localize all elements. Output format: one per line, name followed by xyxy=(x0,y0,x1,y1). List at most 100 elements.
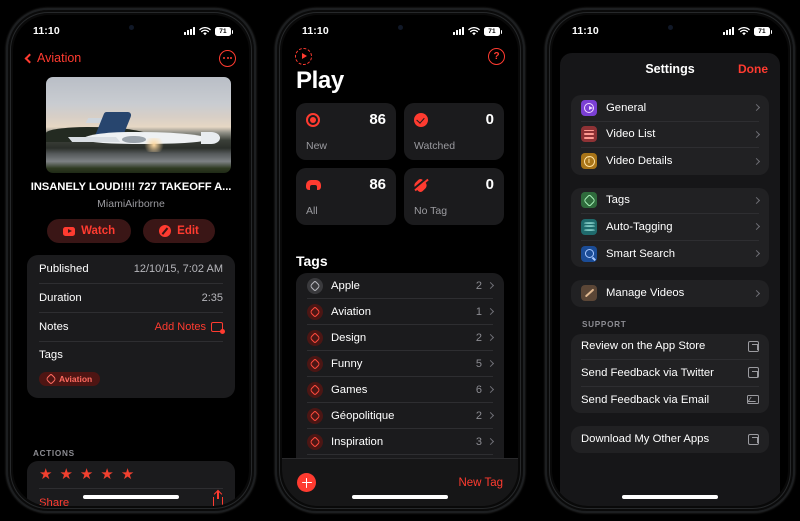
back-button[interactable]: Aviation xyxy=(24,51,81,65)
settings-row-tags[interactable]: Tags xyxy=(581,188,761,214)
settings-row-video-list[interactable]: Video List xyxy=(581,122,761,148)
video-thumbnail[interactable] xyxy=(46,77,231,173)
chevron-right-icon xyxy=(752,130,761,138)
chevron-right-icon xyxy=(752,223,761,231)
stat-count: 0 xyxy=(485,111,494,128)
action-button-row: Watch Edit xyxy=(13,219,249,243)
navigation-bar: Aviation xyxy=(13,43,249,73)
settings-row-label: Video Details xyxy=(606,155,673,168)
done-button[interactable]: Done xyxy=(738,62,768,76)
tag-count: 2 xyxy=(475,409,482,422)
list-item[interactable]: Design 2 xyxy=(307,325,495,351)
settings-row-video-details[interactable]: i Video Details xyxy=(581,148,761,175)
tag-chip[interactable]: Aviation xyxy=(39,372,101,386)
settings-row-review-app-store[interactable]: Review on the App Store xyxy=(581,334,759,360)
settings-row-label: Send Feedback via Email xyxy=(581,393,710,406)
play-dial-icon[interactable] xyxy=(295,47,312,65)
settings-row-smart-search[interactable]: Smart Search xyxy=(581,241,761,268)
stat-card-no-tag[interactable]: 0 No Tag xyxy=(404,168,504,225)
tag-icon xyxy=(581,192,597,209)
stat-count: 0 xyxy=(485,176,494,193)
wifi-icon xyxy=(468,26,480,35)
support-section-header: SUPPORT xyxy=(582,319,627,329)
settings-row-general[interactable]: General xyxy=(581,95,761,122)
tag-icon xyxy=(307,329,323,346)
phone3-screen: 11:10 71 Settings Done General Video Lis… xyxy=(552,15,788,506)
record-circle-icon xyxy=(306,112,320,127)
settings-row-feedback-twitter[interactable]: Send Feedback via Twitter xyxy=(581,360,759,387)
star-rating[interactable]: ★ ★ ★ ★ ★ xyxy=(39,461,223,489)
phone1-screen: 11:10 71 Aviation INSANELY LOUD!!!! 727 … xyxy=(13,15,249,506)
settings-row-auto-tagging[interactable]: Auto-Tagging xyxy=(581,214,761,241)
sheet-header: Settings Done xyxy=(560,53,780,85)
chevron-right-icon xyxy=(486,307,495,316)
detail-row-tags: Tags xyxy=(39,342,223,368)
settings-group-tags: Tags Auto-Tagging Smart Search xyxy=(571,187,769,268)
chevron-left-icon xyxy=(24,53,35,63)
star-icon[interactable]: ★ xyxy=(59,467,72,482)
video-details-card: Published 12/10/15, 7:02 AM Duration 2:3… xyxy=(27,255,235,398)
ellipsis-circle-icon[interactable] xyxy=(219,49,236,67)
chevron-right-icon xyxy=(486,385,495,394)
cellular-bars-icon xyxy=(453,27,464,35)
tag-count: 2 xyxy=(475,331,482,344)
star-icon[interactable]: ★ xyxy=(121,467,134,482)
tag-count: 5 xyxy=(475,357,482,370)
settings-row-manage-videos[interactable]: Manage Videos xyxy=(581,280,761,307)
settings-row-label: Send Feedback via Twitter xyxy=(581,366,714,379)
front-camera-icon xyxy=(128,25,134,30)
home-indicator xyxy=(622,495,718,499)
battery-icon: 71 xyxy=(215,26,233,36)
page-title: Play xyxy=(296,67,344,94)
tag-icon xyxy=(307,407,323,424)
wifi-icon xyxy=(199,26,211,35)
tags-label: Tags xyxy=(39,349,63,361)
chevron-right-icon xyxy=(752,250,761,258)
youtube-play-icon xyxy=(63,226,76,236)
list-item[interactable]: Géopolitique 2 xyxy=(307,403,495,429)
list-item[interactable]: Funny 5 xyxy=(307,351,495,377)
add-notes-label: Add Notes xyxy=(154,321,206,333)
tag-name: Funny xyxy=(331,357,363,370)
stat-card-new[interactable]: 86 New xyxy=(296,103,396,160)
watch-button[interactable]: Watch xyxy=(47,219,132,243)
star-icon[interactable]: ★ xyxy=(100,467,113,482)
star-icon[interactable]: ★ xyxy=(39,467,52,482)
wifi-icon xyxy=(738,26,750,35)
cellular-bars-icon xyxy=(723,27,734,35)
list-icon xyxy=(581,126,597,143)
list-item[interactable]: Inspiration 3 xyxy=(307,429,495,455)
magnifier-icon xyxy=(581,245,597,262)
layers-icon xyxy=(581,218,597,235)
list-item[interactable]: Apple 2 xyxy=(307,273,495,299)
new-tag-button[interactable]: New Tag xyxy=(458,477,503,489)
tag-name: Inspiration xyxy=(331,435,384,448)
cellular-bars-icon xyxy=(184,27,195,35)
actions-section-header: ACTIONS xyxy=(33,449,75,458)
add-notes-button[interactable]: Add Notes xyxy=(154,321,225,334)
battery-level: 71 xyxy=(488,27,496,35)
help-circle-icon[interactable]: ? xyxy=(488,47,505,65)
star-icon[interactable]: ★ xyxy=(80,467,93,482)
mail-icon xyxy=(747,395,759,405)
actions-card: ★ ★ ★ ★ ★ Share xyxy=(27,461,235,506)
stats-grid: 86 New 0 Watched 86 All 0 No Tag xyxy=(296,103,504,225)
settings-row-label: General xyxy=(606,101,647,114)
stat-card-watched[interactable]: 0 Watched xyxy=(404,103,504,160)
detail-row-notes[interactable]: Notes Add Notes xyxy=(39,313,225,342)
detail-label: Duration xyxy=(39,292,82,304)
tag-name: Aviation xyxy=(331,305,371,318)
settings-row-feedback-email[interactable]: Send Feedback via Email xyxy=(581,387,759,414)
list-item[interactable]: Aviation 1 xyxy=(307,299,495,325)
list-item[interactable]: Games 6 xyxy=(307,377,495,403)
edit-button[interactable]: Edit xyxy=(143,219,215,243)
stat-card-all[interactable]: 86 All xyxy=(296,168,396,225)
settings-row-download-other-apps[interactable]: Download My Other Apps xyxy=(581,426,759,453)
plus-circle-icon[interactable] xyxy=(297,473,316,492)
settings-row-label: Manage Videos xyxy=(606,287,685,300)
tag-icon xyxy=(307,433,323,450)
battery-icon: 71 xyxy=(754,26,772,36)
settings-row-label: Review on the App Store xyxy=(581,340,706,353)
tag-name: Design xyxy=(331,331,367,344)
phone-mockup-play: 11:10 71 ? Play 86 New 0 Watched 86 All … xyxy=(275,8,525,513)
